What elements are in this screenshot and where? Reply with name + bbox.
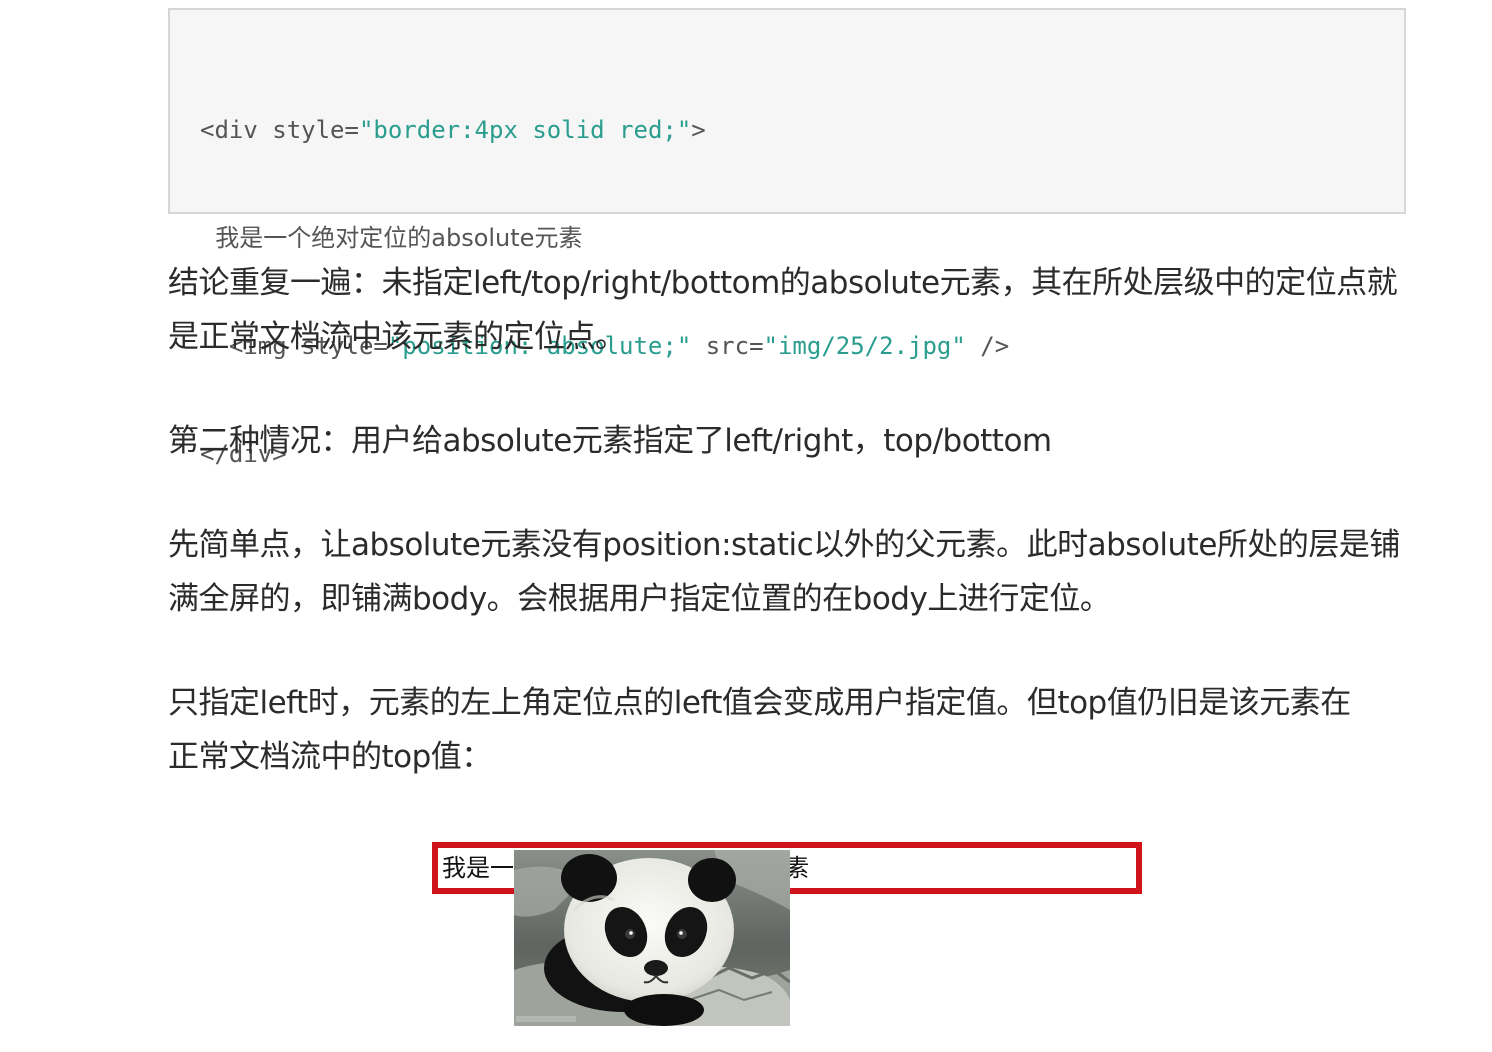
- paragraph-left-only: 只指定left时，元素的左上角定位点的left值会变成用户指定值。但top值仍旧…: [168, 676, 1408, 784]
- paragraph-line: 正常文档流中的top值：: [168, 739, 492, 775]
- paragraph-simple-case: 先简单点，让absolute元素没有position:static以外的父元素。…: [168, 518, 1408, 626]
- code-line-1: <div style="border:4px solid red;">: [200, 112, 1404, 148]
- code-string-token: "border:4px solid red;": [358, 116, 692, 144]
- code-token: <div style=: [200, 116, 359, 144]
- panda-photo-icon: [514, 850, 790, 1026]
- paragraph-line: 第二种情况：用户给absolute元素指定了left/right，top/bot…: [168, 423, 1052, 459]
- code-token: >: [691, 116, 706, 144]
- paragraph-line: 结论重复一遍：未指定left/top/right/bottom的absolute…: [168, 265, 1398, 301]
- paragraph-line: 先简单点，让absolute元素没有position:static以外的父元素。…: [168, 527, 1400, 563]
- demo-figure: 我是一个绝对定位的absolute元素: [432, 836, 1144, 1032]
- code-line-2: 我是一个绝对定位的absolute元素: [200, 224, 583, 252]
- code-block: <div style="border:4px solid red;"> 我是一个…: [168, 8, 1406, 468]
- paragraph-line: 满全屏的，即铺满body。会根据用户指定位置的在body上进行定位。: [168, 581, 1111, 617]
- paragraph-line: 是正常文档流中该元素的定位点。: [168, 319, 626, 355]
- paragraph-conclusion: 结论重复一遍：未指定left/top/right/bottom的absolute…: [168, 256, 1408, 364]
- paragraph-line: 只指定left时，元素的左上角定位点的left值会变成用户指定值。但top值仍旧…: [168, 685, 1351, 721]
- paragraph-case-two: 第二种情况：用户给absolute元素指定了left/right，top/bot…: [168, 414, 1408, 468]
